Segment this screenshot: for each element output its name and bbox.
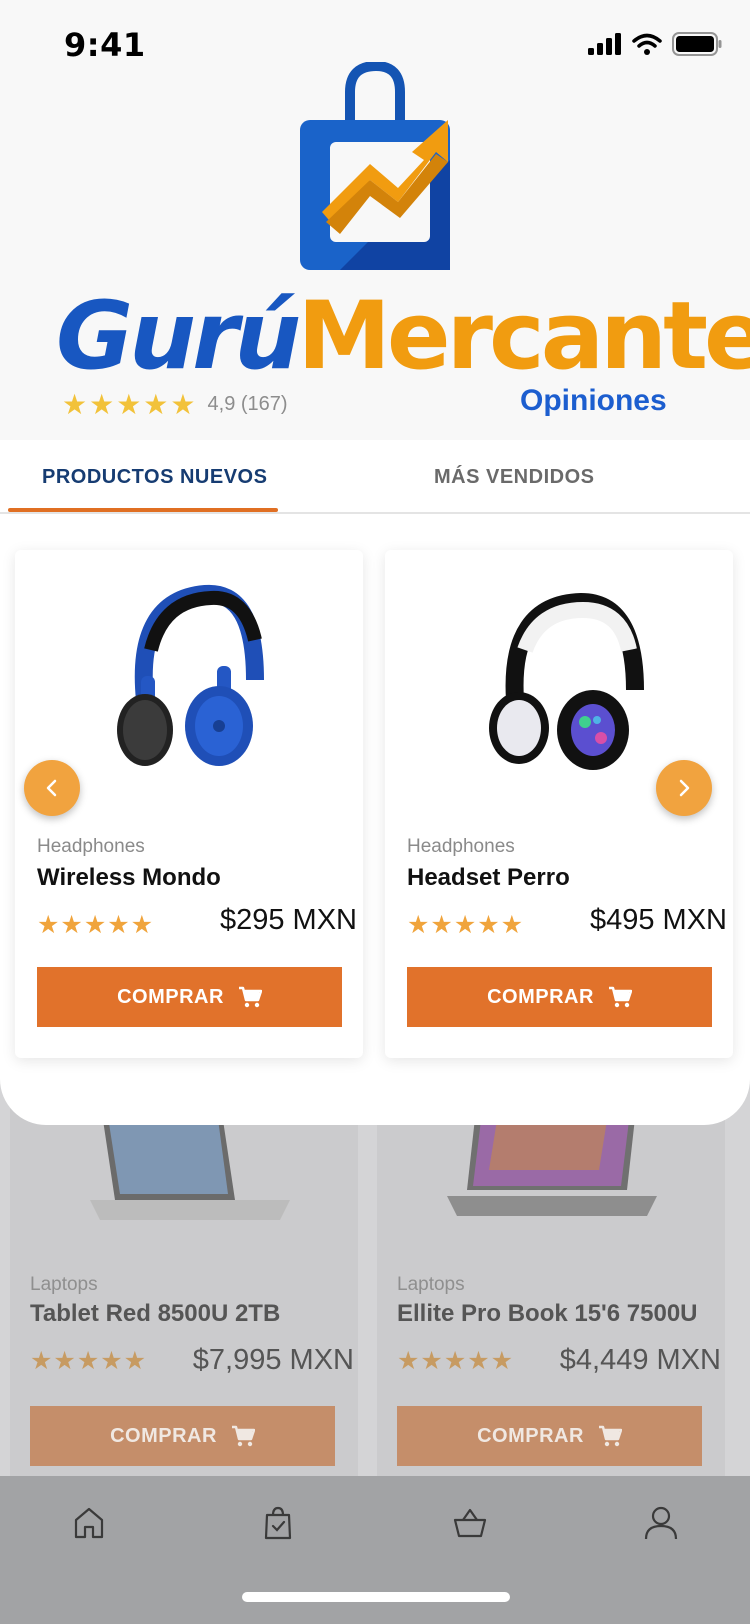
cart-icon [608,986,632,1008]
blue-headphones-image [117,584,264,766]
product-price: $7,995 MXN [192,1344,354,1376]
buy-button[interactable]: COMPRAR [407,967,712,1027]
chevron-left-icon [46,779,57,797]
battery-icon [672,32,722,56]
nav-orders[interactable] [253,1498,303,1548]
product-card[interactable]: Laptops Ellite Pro Book 15'6 7500U ★★★★★… [377,1080,725,1480]
product-category: Headphones [407,836,515,857]
home-indicator[interactable] [242,1592,510,1602]
product-rating-stars: ★★★★★ [37,911,155,939]
cart-icon [598,1425,622,1447]
tab-productos-nuevos[interactable]: PRODUCTOS NUEVOS [42,466,267,489]
products-panel: PRODUCTOS NUEVOS MÁS VENDIDOS Headphones… [0,440,750,1125]
dimmed-products-row: Laptops Tablet Red 8500U 2TB ★★★★★ $7,99… [0,1080,750,1480]
buy-button-label: COMPRAR [487,985,594,1008]
brand-part-orange: Mercante [297,282,750,391]
buy-button[interactable]: COMPRAR [30,1406,335,1466]
cart-icon [238,986,262,1008]
buy-button-label: COMPRAR [117,985,224,1008]
buy-button-label: COMPRAR [110,1424,217,1447]
product-name[interactable]: Headset Perro [407,864,570,892]
product-name[interactable]: Ellite Pro Book 15'6 7500U [397,1300,698,1328]
shopping-bag-logo [300,62,450,270]
product-name[interactable]: Tablet Red 8500U 2TB [30,1300,280,1328]
rating-stars: ★★★★★ [62,389,198,420]
brand-part-blue: Gurú [56,282,301,391]
cart-icon [231,1425,255,1447]
brand-wordmark: GurúMercante [56,282,750,391]
product-price: $295 MXN [219,904,357,936]
rating-text: 4,9 (167) [207,393,288,415]
nav-profile[interactable] [636,1498,686,1548]
tab-bar: PRODUCTOS NUEVOS MÁS VENDIDOS [0,440,750,514]
product-price: $495 MXN [589,904,727,936]
product-price: $4,449 MXN [559,1344,721,1376]
product-category: Laptops [30,1274,98,1295]
basket-icon [453,1508,487,1538]
buy-button[interactable]: COMPRAR [37,967,342,1027]
store-rating: ★★★★★ 4,9 (167) [62,388,288,421]
status-icons [588,32,722,56]
nav-basket[interactable] [445,1498,495,1548]
carousel-prev-button[interactable] [24,760,80,816]
signal-icon [588,33,621,55]
product-name[interactable]: Wireless Mondo [37,864,221,892]
chevron-right-icon [679,779,690,797]
product-category: Headphones [37,836,145,857]
status-bar: 9:41 [0,0,750,90]
active-tab-indicator [8,508,278,512]
tab-mas-vendidos[interactable]: MÁS VENDIDOS [434,466,594,489]
product-rating-stars: ★★★★★ [397,1347,515,1375]
status-time: 9:41 [64,26,146,64]
white-headphones-image [489,592,644,770]
product-rating-stars: ★★★★★ [407,911,525,939]
product-card[interactable]: Laptops Tablet Red 8500U 2TB ★★★★★ $7,99… [10,1080,358,1480]
buy-button-label: COMPRAR [477,1424,584,1447]
opiniones-label: Opiniones [520,384,667,417]
wifi-icon [632,33,662,55]
product-category: Laptops [397,1274,465,1295]
nav-home[interactable] [64,1498,114,1548]
product-rating-stars: ★★★★★ [30,1347,148,1375]
carousel-next-button[interactable] [656,760,712,816]
home-icon [74,1507,104,1539]
buy-button[interactable]: COMPRAR [397,1406,702,1466]
shopping-bag-icon [264,1506,292,1540]
user-icon [644,1506,678,1540]
bottom-navigation [0,1476,750,1624]
